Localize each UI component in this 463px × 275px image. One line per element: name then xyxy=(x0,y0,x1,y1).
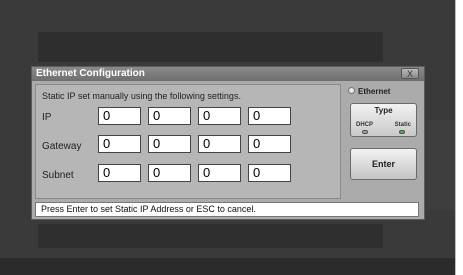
subnet-label: Subnet xyxy=(42,170,74,181)
dhcp-led-icon xyxy=(362,130,368,134)
side-controls: Ethernet Type DHCP Static Enter xyxy=(348,84,419,199)
status-bar: Press Enter to set Static IP Address or … xyxy=(35,202,419,217)
ethernet-indicator-icon xyxy=(348,87,355,94)
dialog-titlebar: Ethernet Configuration X xyxy=(32,67,424,81)
ip-octet-2[interactable]: 0 xyxy=(148,107,191,125)
gateway-octet-3[interactable]: 0 xyxy=(198,135,241,153)
window-edge xyxy=(455,0,456,275)
background-row xyxy=(38,224,383,248)
type-toggle-button[interactable]: Type DHCP Static xyxy=(350,103,417,137)
enter-button[interactable]: Enter xyxy=(350,148,417,180)
gateway-label: Gateway xyxy=(42,141,82,152)
static-label: Static xyxy=(394,122,411,128)
gateway-octet-1[interactable]: 0 xyxy=(98,135,141,153)
ip-label: IP xyxy=(42,112,52,123)
background-table xyxy=(38,32,383,62)
background-bottom-bar xyxy=(0,258,455,275)
close-button[interactable]: X xyxy=(401,68,419,79)
ip-octet-4[interactable]: 0 xyxy=(248,107,291,125)
subnet-octet-3[interactable]: 0 xyxy=(198,164,241,182)
dialog-title: Ethernet Configuration xyxy=(36,68,145,79)
subnet-octet-2[interactable]: 0 xyxy=(148,164,191,182)
ethernet-label: Ethernet xyxy=(358,87,391,96)
subnet-octet-1[interactable]: 0 xyxy=(98,164,141,182)
type-label: Type xyxy=(374,106,393,115)
ethernet-config-dialog: Ethernet Configuration X Static IP set m… xyxy=(31,66,425,220)
instruction-text: Static IP set manually using the followi… xyxy=(42,91,241,101)
background-title-blurred xyxy=(6,12,326,26)
settings-panel: Static IP set manually using the followi… xyxy=(35,84,341,199)
gateway-octet-2[interactable]: 0 xyxy=(148,135,191,153)
subnet-octet-4[interactable]: 0 xyxy=(248,164,291,182)
static-led-icon xyxy=(399,130,405,134)
ip-octet-3[interactable]: 0 xyxy=(198,107,241,125)
ip-octet-1[interactable]: 0 xyxy=(98,107,141,125)
gateway-octet-4[interactable]: 0 xyxy=(248,135,291,153)
dhcp-label: DHCP xyxy=(356,122,374,128)
